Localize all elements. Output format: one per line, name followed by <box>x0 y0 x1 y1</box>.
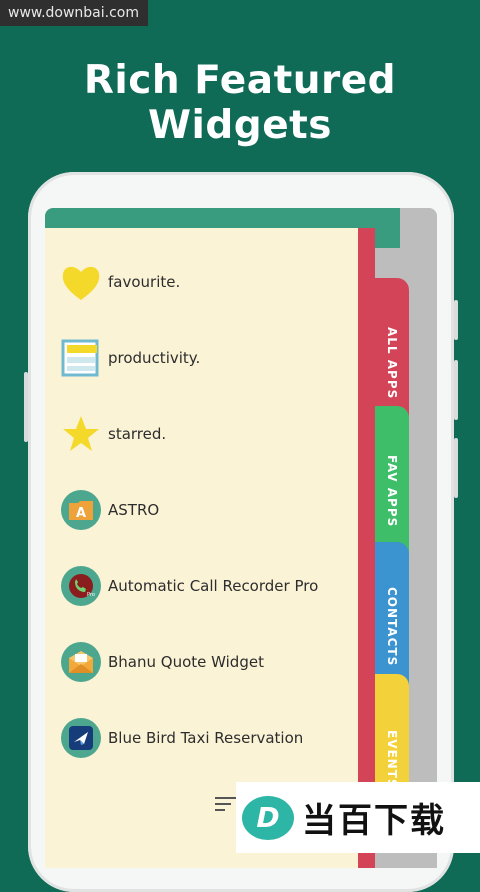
watermark-text: 当百下载 <box>302 801 446 841</box>
phone-side-button <box>24 372 28 442</box>
astro-folder-icon: A <box>61 490 101 530</box>
phone-volume-down-button <box>454 360 458 420</box>
star-icon <box>60 413 102 455</box>
list-item-starred[interactable]: starred. <box>60 410 360 458</box>
list-item-label: Automatic Call Recorder Pro <box>108 577 319 595</box>
list-item-label: ASTRO <box>108 501 160 519</box>
svg-text:A: A <box>76 506 86 521</box>
list-item-bhanu-quote[interactable]: Bhanu Quote Widget <box>60 638 360 686</box>
watermark-bottom: D 当百下载 <box>236 782 480 853</box>
tab-all-apps-label: ALL APPS <box>385 326 399 400</box>
tab-contacts-label: CONTACTS <box>385 587 399 667</box>
list-item-label: starred. <box>108 425 167 443</box>
app-list-panel <box>45 228 358 868</box>
tab-fav-apps-label: FAV APPS <box>385 454 399 528</box>
list-item-label: favourite. <box>108 273 181 291</box>
watermark-logo: D <box>242 795 294 840</box>
svg-text:Pro: Pro <box>87 592 95 598</box>
phone-power-button <box>454 438 458 498</box>
taxi-icon <box>61 718 101 758</box>
list-item-label: productivity. <box>108 349 201 367</box>
list-item-call-recorder[interactable]: Pro Automatic Call Recorder Pro <box>60 562 360 610</box>
page-headline: Rich Featured Widgets <box>83 58 397 148</box>
heart-icon <box>60 261 102 303</box>
tab-divider <box>358 228 375 868</box>
menu-icon[interactable] <box>215 795 237 817</box>
phone-screen: ALL APPS FAV APPS CONTACTS EVENTS favour… <box>45 208 437 868</box>
list-item-favourite[interactable]: favourite. <box>60 258 360 306</box>
envelope-icon <box>61 642 101 682</box>
list-item-label: Blue Bird Taxi Reservation <box>108 729 304 747</box>
list-item-blue-bird-taxi[interactable]: Blue Bird Taxi Reservation <box>60 714 360 762</box>
list-item-label: Bhanu Quote Widget <box>108 653 264 671</box>
watermark-top: www.downbai.com <box>0 0 148 26</box>
phone-volume-up-button <box>454 300 458 340</box>
tab-events-label: EVENTS <box>385 729 399 789</box>
notepad-icon <box>60 337 102 379</box>
list-item-astro[interactable]: A ASTRO <box>60 486 360 534</box>
list-item-productivity[interactable]: productivity. <box>60 334 360 382</box>
call-recorder-icon: Pro <box>61 566 101 606</box>
